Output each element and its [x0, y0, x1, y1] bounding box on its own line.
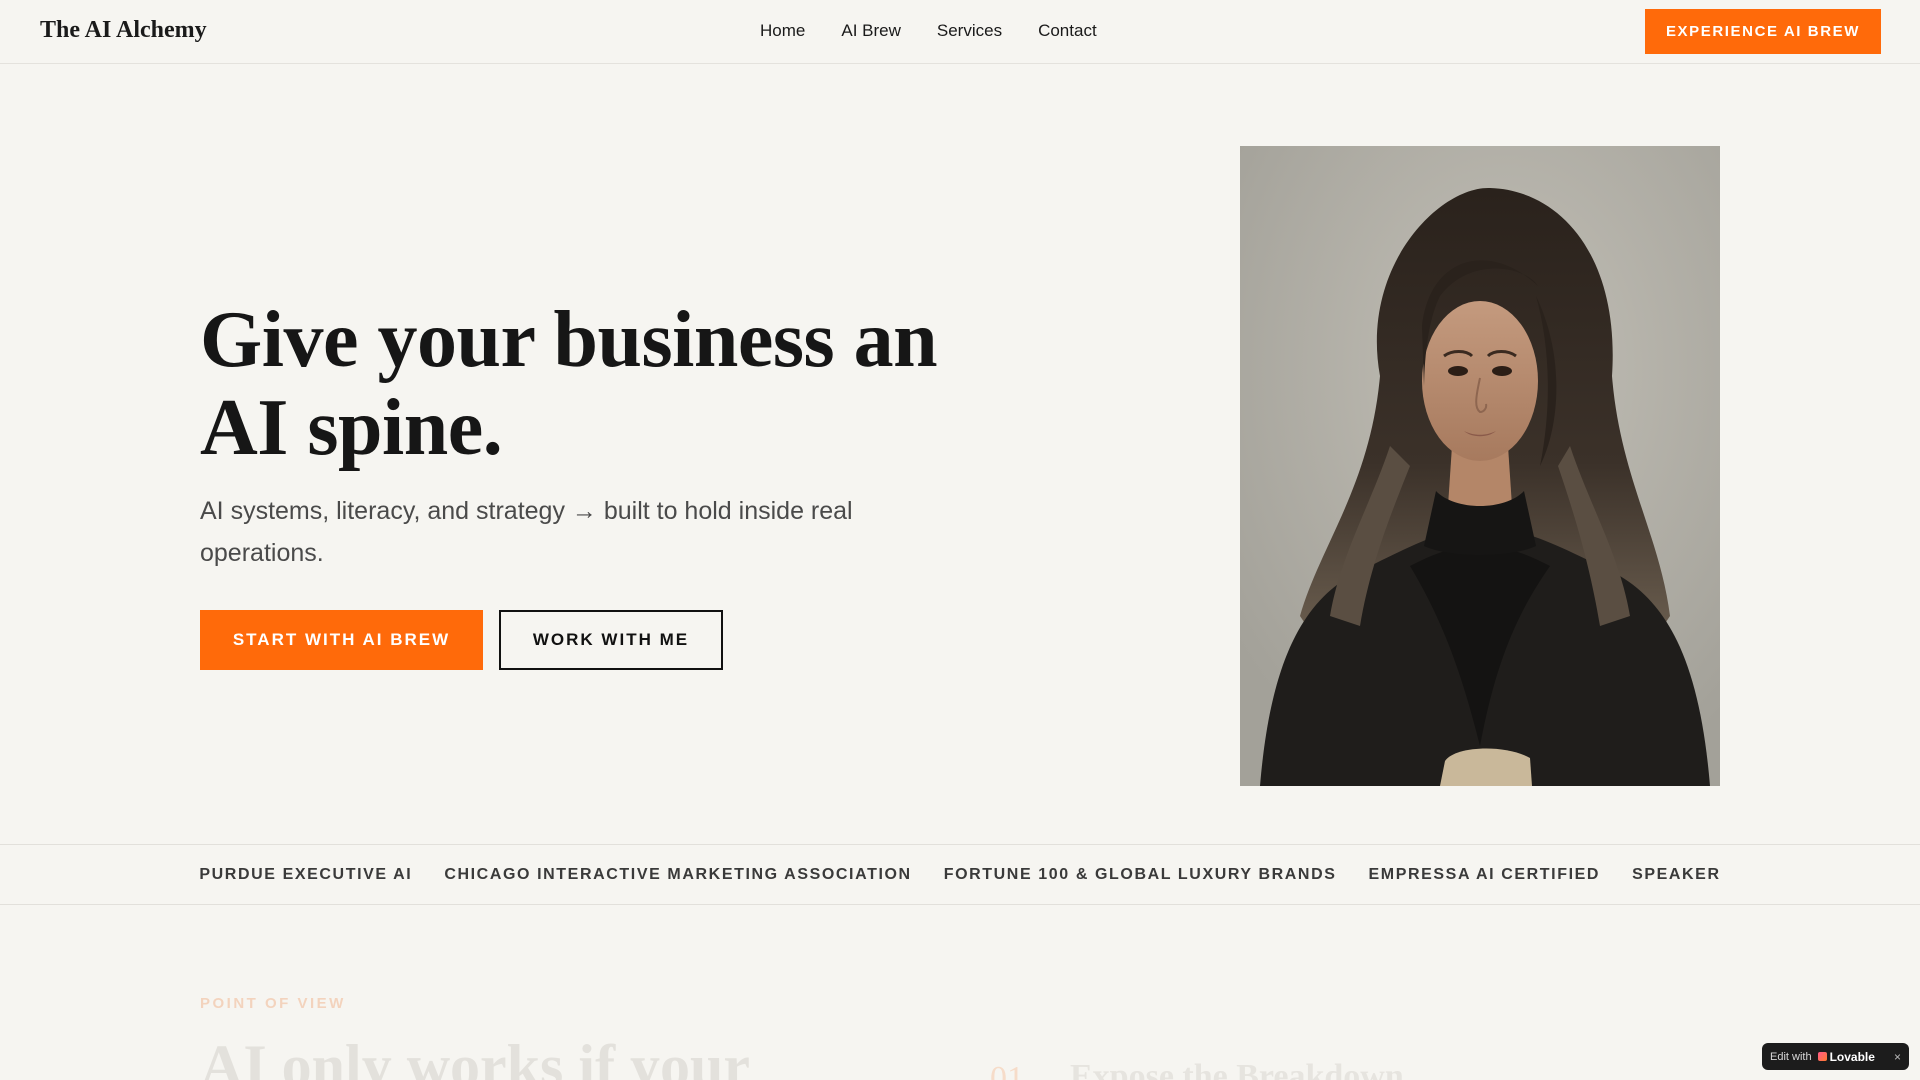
credential-item: PURDUE EXECUTIVE AI — [199, 865, 413, 883]
credential-item: SPEAKER — [1632, 865, 1721, 883]
pov-section-title: AI only works if your — [200, 1033, 751, 1080]
credentials-strip: PURDUE EXECUTIVE AI CHICAGO INTERACTIVE … — [0, 844, 1920, 905]
nav-contact[interactable]: Contact — [1038, 21, 1097, 41]
nav-ai-brew[interactable]: AI Brew — [841, 21, 901, 41]
pov-item-number: 01 — [990, 1060, 1024, 1080]
start-with-ai-brew-button[interactable]: START WITH AI BREW — [200, 610, 483, 670]
hero-title: Give your business an AI spine. — [200, 296, 938, 472]
experience-ai-brew-button[interactable]: EXPERIENCE AI BREW — [1645, 9, 1881, 54]
main-nav: Home AI Brew Services Contact — [760, 21, 1097, 41]
hero-subtitle: AI systems, literacy, and strategy → bui… — [200, 497, 853, 567]
close-icon[interactable]: × — [1894, 1050, 1901, 1064]
credential-item: FORTUNE 100 & GLOBAL LUXURY BRANDS — [943, 865, 1337, 883]
pov-item-title: Expose the Breakdown — [1070, 1058, 1404, 1080]
site-header: The AI Alchemy Home AI Brew Services Con… — [0, 0, 1920, 64]
credential-item: CHICAGO INTERACTIVE MARKETING ASSOCIATIO… — [444, 865, 912, 883]
site-logo[interactable]: The AI Alchemy — [40, 17, 207, 44]
lovable-heart-icon — [1817, 1052, 1827, 1061]
portrait-illustration — [1240, 146, 1720, 786]
hero-portrait-image — [1240, 146, 1720, 786]
nav-services[interactable]: Services — [937, 21, 1002, 41]
edit-with-lovable-badge[interactable]: Edit with Lovable × — [1762, 1043, 1909, 1070]
badge-prefix: Edit with — [1770, 1050, 1812, 1063]
work-with-me-button[interactable]: WORK WITH ME — [499, 610, 723, 670]
lovable-brand: Lovable — [1817, 1049, 1875, 1064]
lovable-brand-name: Lovable — [1829, 1049, 1875, 1064]
nav-home[interactable]: Home — [760, 21, 805, 41]
pov-section-label: POINT OF VIEW — [200, 995, 346, 1012]
credential-item: EMPRESSA AI CERTIFIED — [1368, 865, 1601, 883]
